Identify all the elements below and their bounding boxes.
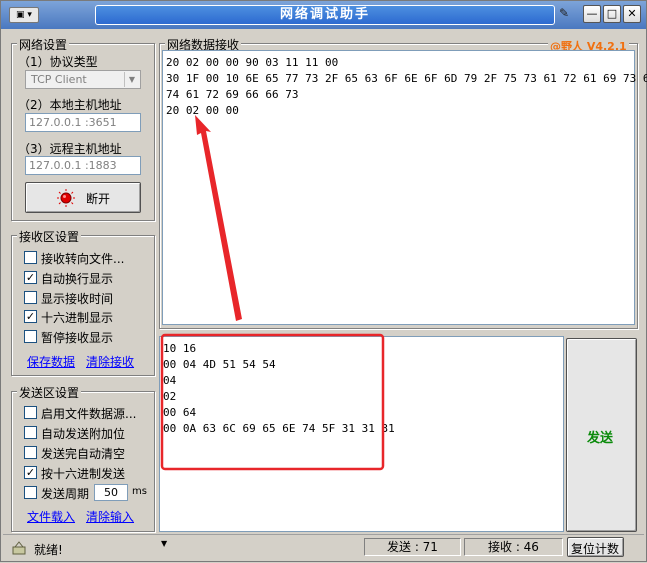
app-window: ▣ ▾ 网络调试助手 ✎ — □ ✕ 网络设置 （1）协议类型 TCP Clie… [0,0,647,562]
reset-count-label: 复位计数 [571,542,620,556]
send-highlight-box [160,333,385,471]
status-text: 就绪! [34,543,63,557]
status-icon [12,541,26,555]
annotation-overlay [160,115,385,471]
received-count: 接收 : 46 [464,538,563,556]
reset-count-button[interactable]: 复位计数 [567,537,624,557]
resize-handle-icon[interactable]: ▼ [161,539,167,548]
sent-count: 发送 : 71 [364,538,461,556]
annotation-arrow [195,115,242,321]
